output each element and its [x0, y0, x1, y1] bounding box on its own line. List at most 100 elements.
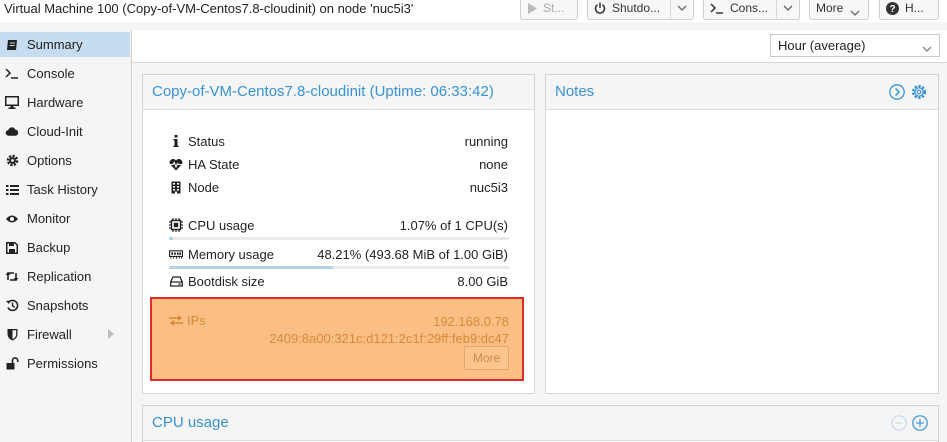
chevron-down-icon: [677, 5, 687, 11]
more-button-label: More: [816, 1, 844, 15]
console-menu-toggle[interactable]: [776, 0, 799, 19]
sidebar-item-permissions[interactable]: Permissions: [0, 351, 130, 376]
sidebar-item-backup[interactable]: Backup: [0, 235, 130, 260]
svg-text:?: ?: [889, 4, 895, 15]
sidebar-item-options[interactable]: Options: [0, 148, 130, 173]
start-button[interactable]: St...: [520, 0, 578, 20]
heartbeat-icon: [169, 157, 183, 171]
sidebar-item-replication[interactable]: Replication: [0, 264, 130, 289]
zoom-out-button[interactable]: [891, 415, 907, 431]
zoom-in-button[interactable]: [912, 415, 928, 431]
cpu-usage-bar: [169, 237, 509, 240]
bootdisk-row: Bootdisk size 8.00 GiB: [169, 273, 508, 291]
notes-expand-button[interactable]: [889, 84, 905, 100]
shield-icon: [5, 328, 19, 342]
status-panel: Copy-of-VM-Centos7.8-cloudinit (Uptime: …: [142, 74, 535, 394]
history-icon: [5, 299, 19, 313]
sidebar-item-cloud-init[interactable]: Cloud-Init: [0, 119, 130, 144]
sidebar-nav: Summary Console Hardware Cloud-Init Opti…: [0, 30, 132, 442]
memory-usage-bar: [169, 266, 509, 269]
unlock-icon: [5, 357, 19, 371]
notes-panel-header: Notes: [546, 75, 938, 110]
sidebar-item-label: Permissions: [27, 356, 98, 371]
chevron-down-icon: [922, 40, 932, 55]
minus-circle-icon: [891, 415, 907, 431]
sidebar-item-label: Summary: [27, 37, 83, 52]
sidebar-item-label: Replication: [27, 269, 92, 284]
desktop-icon: [5, 96, 19, 110]
ips-section: IPs 192.168.0.78 2409:8a00:321c:d121:2c1…: [150, 297, 524, 381]
retweet-icon: [5, 270, 19, 284]
content-toolbar: Hour (average): [132, 30, 947, 63]
cloud-icon: [5, 125, 19, 139]
question-circle-icon: ?: [886, 1, 899, 15]
more-button[interactable]: More: [809, 0, 869, 20]
chevron-right-circle-icon: [889, 84, 905, 100]
cpu-usage-value: 1.07% of 1 CPU(s): [399, 218, 508, 233]
cpu-chip-icon: [169, 218, 183, 232]
timeframe-select[interactable]: Hour (average): [770, 34, 940, 57]
sidebar-item-summary[interactable]: Summary: [0, 32, 130, 57]
sidebar-item-console[interactable]: Console: [0, 61, 130, 86]
sidebar-item-firewall[interactable]: Firewall: [0, 322, 130, 347]
floppy-icon: [5, 241, 19, 255]
sidebar-item-task-history[interactable]: Task History: [0, 177, 130, 202]
ha-state-label: HA State: [188, 157, 240, 172]
gear-icon: [911, 84, 927, 100]
cpu-usage-panel-title: CPU usage: [152, 414, 229, 431]
sidebar-item-label: Firewall: [27, 327, 72, 342]
sidebar-item-label: Cloud-Init: [27, 124, 83, 139]
bootdisk-value: 8.00 GiB: [457, 274, 508, 289]
book-icon: [5, 38, 19, 52]
more-ips-button[interactable]: More: [464, 346, 509, 370]
sidebar-item-snapshots[interactable]: Snapshots: [0, 293, 130, 318]
help-button[interactable]: ? H...: [879, 0, 939, 20]
bootdisk-label: Bootdisk size: [188, 274, 265, 289]
shutdown-button-label: Shutdo...: [612, 1, 661, 15]
status-label: Status: [188, 134, 225, 149]
gear-icon: [5, 154, 19, 168]
ips-label-group: IPs: [169, 313, 206, 328]
memory-usage-label: Memory usage: [188, 247, 274, 262]
sidebar-item-label: Task History: [27, 182, 98, 197]
plus-circle-icon: [912, 415, 928, 431]
node-value: nuc5i3: [469, 180, 508, 195]
ipv6-address: 2409:8a00:321c:d121:2c1f:29ff:feb9:dc47: [269, 331, 509, 346]
sidebar-item-label: Monitor: [27, 211, 71, 226]
memory-usage-value: 48.21% (493.68 MiB of 1.00 GiB): [317, 247, 508, 262]
power-icon: [594, 2, 606, 14]
sidebar-item-label: Console: [27, 66, 75, 81]
console-button[interactable]: Cons...: [703, 0, 800, 20]
ha-state-row: HA State none: [169, 156, 508, 174]
top-bar: Virtual Machine 100 (Copy-of-VM-Centos7.…: [0, 0, 947, 22]
hdd-icon: [169, 274, 183, 288]
sidebar-item-hardware[interactable]: Hardware: [0, 90, 130, 115]
sidebar-item-label: Snapshots: [27, 298, 89, 313]
ha-state-value: none: [479, 157, 508, 172]
sidebar-item-label: Options: [27, 153, 72, 168]
cpu-usage-row: CPU usage 1.07% of 1 CPU(s): [169, 217, 508, 235]
cpu-usage-panel: CPU usage: [142, 405, 939, 442]
node-row: Node nuc5i3: [169, 179, 508, 197]
ipv4-address: 192.168.0.78: [433, 314, 509, 329]
cpu-usage-bar-fill: [169, 237, 173, 240]
play-icon: [527, 2, 537, 14]
help-button-label: H...: [905, 1, 924, 15]
node-label: Node: [188, 180, 220, 195]
ips-label: IPs: [187, 313, 206, 328]
memory-icon: [169, 247, 183, 261]
status-value: running: [464, 134, 508, 149]
sidebar-item-label: Hardware: [27, 95, 84, 110]
memory-usage-bar-fill: [169, 266, 333, 269]
info-icon: [169, 134, 183, 148]
expand-arrow-icon[interactable]: [108, 329, 114, 339]
shutdown-menu-toggle[interactable]: [670, 0, 693, 19]
status-panel-header: Copy-of-VM-Centos7.8-cloudinit (Uptime: …: [143, 75, 534, 110]
notes-edit-button[interactable]: [911, 84, 927, 100]
shutdown-button[interactable]: Shutdo...: [587, 0, 694, 20]
console-button-label: Cons...: [730, 1, 769, 15]
cpu-usage-label: CPU usage: [188, 218, 255, 233]
timeframe-value: Hour (average): [778, 38, 866, 53]
memory-usage-row: Memory usage 48.21% (493.68 MiB of 1.00 …: [169, 246, 508, 264]
sidebar-item-monitor[interactable]: Monitor: [0, 206, 130, 231]
